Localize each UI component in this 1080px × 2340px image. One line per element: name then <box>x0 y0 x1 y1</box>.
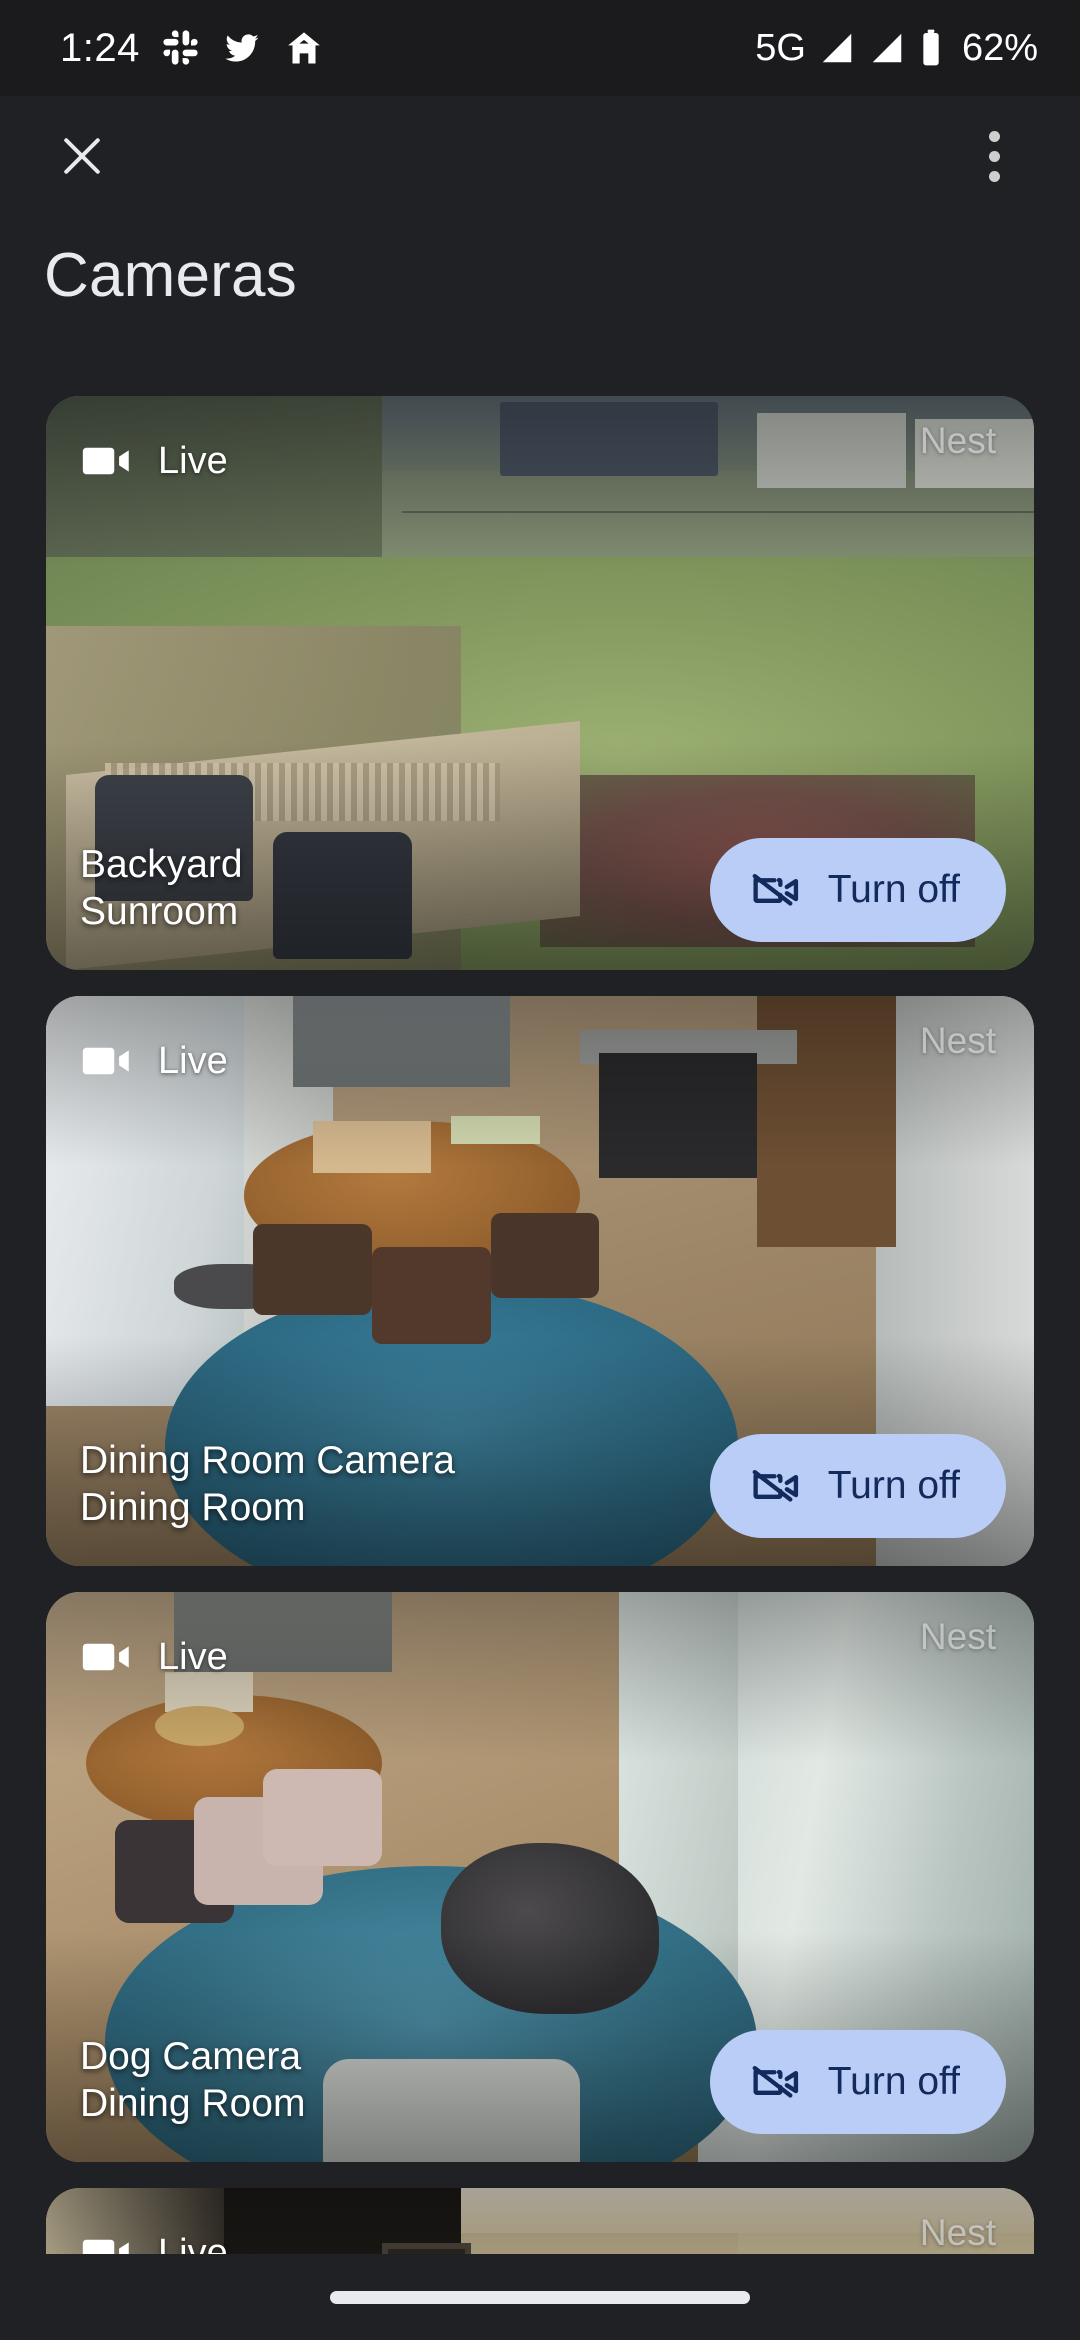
home-icon <box>284 28 324 68</box>
network-type-label: 5G <box>755 26 806 69</box>
camera-name: Backyard <box>80 842 243 886</box>
close-icon <box>55 129 109 183</box>
slack-icon <box>162 29 200 67</box>
status-bar: 1:24 5G 62% <box>0 0 1080 96</box>
app-bar-row <box>0 96 1080 216</box>
app-bar: Cameras <box>0 96 1080 396</box>
camera-name: Dining Room Camera <box>80 1438 455 1482</box>
nest-watermark: Nest <box>919 420 996 461</box>
camera-room: Dining Room <box>80 2082 306 2126</box>
live-label: Live <box>158 1635 228 1678</box>
turn-off-label: Turn off <box>827 2060 960 2103</box>
status-bar-right: 5G 62% <box>755 27 1038 70</box>
page-title: Cameras <box>44 241 297 310</box>
home-indicator[interactable] <box>330 2290 750 2304</box>
camera-room: Sunroom <box>80 890 239 934</box>
cameras-screen: 1:24 5G 62% Cameras Live Nest Backyard S… <box>0 0 1080 2340</box>
videocam-off-icon <box>750 1460 802 1512</box>
twitter-icon <box>222 28 262 68</box>
videocam-off-icon <box>750 864 802 916</box>
videocam-icon <box>78 432 136 490</box>
camera-name: Dog Camera <box>80 2034 302 2078</box>
camera-list[interactable]: Live Nest Backyard Sunroom Turn off Live… <box>0 396 1080 2340</box>
navigation-gesture-bar[interactable] <box>0 2254 1080 2340</box>
battery-percent-label: 62% <box>961 26 1038 69</box>
nest-watermark: Nest <box>919 1616 996 1657</box>
live-label: Live <box>158 1039 228 1082</box>
status-bar-clock: 1:24 <box>60 25 140 70</box>
signal-bars-icon <box>818 29 856 67</box>
nest-watermark: Nest <box>919 2212 996 2253</box>
turn-off-label: Turn off <box>827 868 960 911</box>
turn-off-label: Turn off <box>827 1464 960 1507</box>
camera-room: Dining Room <box>80 1486 306 1530</box>
camera-card-dining-room[interactable]: Live Nest Dining Room Camera Dining Room… <box>46 996 1034 1566</box>
turn-off-button[interactable]: Turn off <box>709 1434 1006 1538</box>
close-button[interactable] <box>46 120 118 192</box>
turn-off-button[interactable]: Turn off <box>709 2030 1006 2134</box>
live-badge: Live <box>78 1628 228 1686</box>
live-badge: Live <box>78 432 228 490</box>
live-badge: Live <box>78 1032 228 1090</box>
overflow-menu-button[interactable] <box>958 120 1030 192</box>
more-vert-icon <box>988 130 1000 182</box>
camera-meta: Backyard Sunroom <box>80 841 243 936</box>
camera-card-backyard[interactable]: Live Nest Backyard Sunroom Turn off <box>46 396 1034 970</box>
nest-watermark: Nest <box>919 1020 996 1061</box>
videocam-off-icon <box>750 2056 802 2108</box>
camera-card-dog-camera[interactable]: Live Nest Dog Camera Dining Room Turn of… <box>46 1592 1034 2162</box>
camera-meta: Dog Camera Dining Room <box>80 2033 305 2128</box>
videocam-icon <box>78 1628 136 1686</box>
signal-bars-secondary-icon <box>868 29 906 67</box>
battery-icon <box>918 28 944 68</box>
status-bar-left: 1:24 <box>60 26 324 71</box>
videocam-icon <box>78 1032 136 1090</box>
live-label: Live <box>158 439 228 482</box>
turn-off-button[interactable]: Turn off <box>709 838 1006 942</box>
camera-meta: Dining Room Camera Dining Room <box>80 1437 455 1532</box>
